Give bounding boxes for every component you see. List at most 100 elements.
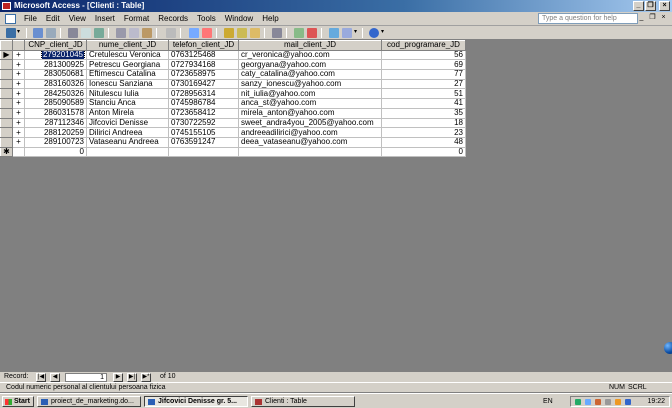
record-selector[interactable] [0, 88, 13, 100]
cod-cell[interactable]: 27 [381, 78, 466, 90]
new-record-row[interactable]: ✱ 0 0 [0, 146, 466, 158]
start-button[interactable]: Start [2, 396, 34, 407]
table-row[interactable]: + 283050681 Eftimescu Catalina 072365897… [0, 69, 466, 80]
taskbar-item-word-jifcovici[interactable]: Jifcovici Denisse gr. 5... [144, 396, 248, 407]
network-icon[interactable] [575, 399, 581, 405]
column-header-telefon[interactable]: telefon_client_JD [168, 40, 239, 51]
record-selector[interactable] [0, 127, 13, 138]
volume-icon[interactable] [585, 399, 591, 405]
menu-edit[interactable]: Edit [46, 12, 66, 26]
spelling-icon[interactable] [94, 28, 104, 38]
view-dropdown-icon[interactable]: ▾ [17, 28, 22, 38]
record-selector[interactable] [0, 78, 13, 90]
doc-close-button[interactable]: × [659, 14, 668, 23]
mail-cell[interactable]: nit_iulia@yahoo.com [238, 88, 382, 100]
expand-icon[interactable]: + [12, 117, 25, 129]
menu-records[interactable]: Records [158, 12, 194, 26]
expand-icon[interactable]: + [12, 127, 25, 138]
record-selector[interactable] [0, 117, 13, 129]
taskbar-item-access-clienti[interactable]: Clienti : Table [251, 396, 355, 407]
antivirus-icon[interactable] [595, 399, 601, 405]
column-header-nume[interactable]: nume_client_JD [86, 40, 169, 51]
telefon-cell[interactable]: 0728956314 [168, 88, 239, 100]
doc-minimize-button[interactable]: _ [637, 14, 646, 23]
new-record-button[interactable]: ▶* [141, 373, 151, 382]
mail-cell[interactable]: cr_veronica@yahoo.com [238, 49, 382, 61]
mail-cell[interactable] [238, 146, 382, 158]
filter-by-form-icon[interactable] [237, 28, 247, 38]
delete-record-icon[interactable] [307, 28, 317, 38]
print-icon[interactable] [68, 28, 78, 38]
cnp-cell[interactable]: 0 [24, 146, 87, 158]
sort-descending-icon[interactable] [202, 28, 212, 38]
cod-cell[interactable]: 23 [381, 127, 466, 138]
table-row[interactable]: + 284250326 Nitulescu Iulia 0728956314 n… [0, 88, 466, 100]
printer-tray-icon[interactable] [605, 399, 611, 405]
cnp-cell[interactable]: 283050681 [24, 69, 87, 80]
mail-cell[interactable]: andreeadilirici@yahoo.com [238, 127, 382, 138]
cod-cell[interactable]: 56 [381, 49, 466, 61]
table-row[interactable]: + 287112346 Jifcovici Denisse 0730722592… [0, 117, 466, 129]
expand-icon[interactable]: + [12, 136, 25, 148]
table-row[interactable]: + 283160326 Ionescu Sanziana 0730169427 … [0, 78, 466, 90]
table-row[interactable]: + 281300925 Petrescu Georgiana 072793416… [0, 59, 466, 71]
copy-icon[interactable] [129, 28, 139, 38]
expand-icon[interactable]: + [12, 78, 25, 90]
view-icon[interactable] [6, 28, 16, 38]
telefon-cell[interactable]: 0745986784 [168, 98, 239, 109]
menu-view[interactable]: View [69, 12, 92, 26]
cod-cell[interactable]: 77 [381, 69, 466, 80]
table-row[interactable]: + 289100723 Vataseanu Andreea 0763591247… [0, 136, 466, 148]
undo-icon[interactable] [166, 28, 176, 38]
selected-cnp-value[interactable]: 279201045 [40, 51, 86, 59]
mail-cell[interactable]: sanzy_ionescu@yahoo.com [238, 78, 382, 90]
menu-tools[interactable]: Tools [197, 12, 222, 26]
close-button[interactable]: × [659, 1, 670, 11]
cnp-cell[interactable]: 286031578 [24, 107, 87, 119]
search-icon[interactable] [46, 28, 56, 38]
restore-button[interactable]: ❐ [645, 1, 656, 11]
mail-cell[interactable]: georgyana@yahoo.com [238, 59, 382, 71]
telefon-cell[interactable]: 0727934168 [168, 59, 239, 71]
nume-cell[interactable]: Anton Mirela [86, 107, 169, 119]
mail-cell[interactable]: deea_vataseanu@yahoo.com [238, 136, 382, 148]
telefon-cell[interactable]: 0745155105 [168, 127, 239, 138]
cnp-cell[interactable]: 281300925 [24, 59, 87, 71]
telefon-cell[interactable]: 0723658412 [168, 107, 239, 119]
filter-by-selection-icon[interactable] [224, 28, 234, 38]
cod-cell[interactable]: 48 [381, 136, 466, 148]
apply-filter-icon[interactable] [250, 28, 260, 38]
nume-cell[interactable]: Eftimescu Catalina [86, 69, 169, 80]
cod-cell[interactable]: 18 [381, 117, 466, 129]
expand-icon[interactable]: + [12, 59, 25, 71]
find-icon[interactable] [272, 28, 282, 38]
telefon-cell[interactable]: 0730722592 [168, 117, 239, 129]
print-preview-icon[interactable] [81, 28, 91, 38]
select-all-cell[interactable] [0, 40, 13, 51]
mail-cell[interactable]: anca_st@yahoo.com [238, 98, 382, 109]
nume-cell[interactable]: Jifcovici Denisse [86, 117, 169, 129]
table-row[interactable]: + 288120259 Dilirici Andreea 0745155105 … [0, 127, 466, 138]
paste-icon[interactable] [142, 28, 152, 38]
menu-file[interactable]: File [24, 12, 43, 26]
cod-cell[interactable]: 0 [381, 146, 466, 158]
cnp-cell[interactable]: 285090589 [24, 98, 87, 109]
table-row[interactable]: ▶ + 279201045 Cretulescu Veronica 076312… [0, 49, 466, 61]
telefon-cell[interactable]: 0763591247 [168, 136, 239, 148]
new-record-icon[interactable] [294, 28, 304, 38]
help-search-input[interactable]: Type a question for help [538, 13, 638, 24]
current-record-selector[interactable]: ▶ [0, 49, 13, 61]
expand-icon[interactable]: + [12, 69, 25, 80]
menu-insert[interactable]: Insert [95, 12, 121, 26]
clock[interactable]: 19:22 [647, 397, 665, 406]
expand-icon[interactable]: + [12, 49, 25, 61]
table-row[interactable]: + 286031578 Anton Mirela 0723658412 mire… [0, 107, 466, 119]
menu-format[interactable]: Format [124, 12, 155, 26]
nume-cell[interactable]: Petrescu Georgiana [86, 59, 169, 71]
mail-cell[interactable]: caty_catalina@yahoo.com [238, 69, 382, 80]
next-record-button[interactable]: ▶ [113, 373, 123, 382]
database-window-icon[interactable] [329, 28, 339, 38]
nume-cell[interactable]: Nitulescu Iulia [86, 88, 169, 100]
nume-cell[interactable]: Dilirici Andreea [86, 127, 169, 138]
record-number-input[interactable]: 1 [65, 373, 107, 382]
